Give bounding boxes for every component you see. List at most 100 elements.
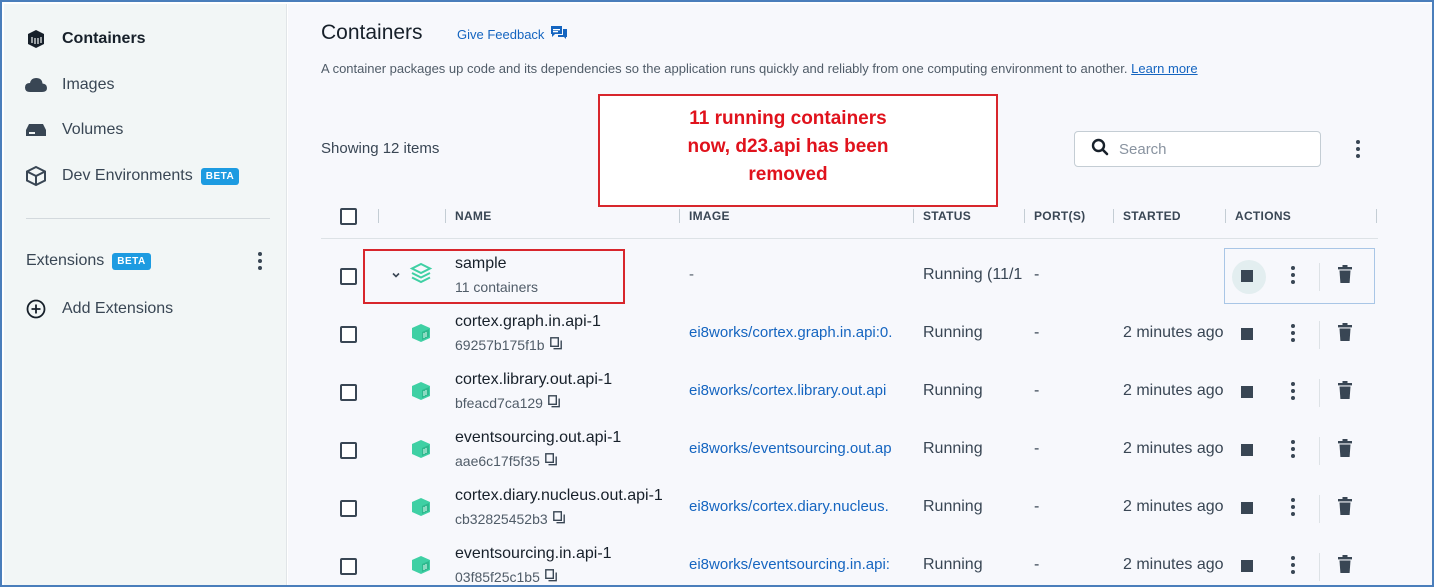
trash-icon[interactable] bbox=[1337, 323, 1353, 347]
column-separator bbox=[1113, 209, 1114, 223]
table-header: NAME IMAGE STATUS PORT(S) STARTED ACTION… bbox=[321, 199, 1378, 239]
group-row[interactable]: sample 11 containers - Running (11/1 - bbox=[321, 249, 1378, 307]
more-actions-icon[interactable] bbox=[1283, 495, 1303, 519]
give-feedback-link[interactable]: Give Feedback bbox=[457, 25, 568, 43]
sidebar-item-containers[interactable]: Containers bbox=[24, 24, 146, 54]
more-actions-icon[interactable] bbox=[1283, 437, 1303, 461]
container-port: - bbox=[1034, 382, 1040, 399]
more-actions-icon[interactable] bbox=[1283, 379, 1303, 403]
sidebar: Containers Images Volumes Dev Environmen… bbox=[4, 4, 287, 585]
add-extensions-button[interactable]: Add Extensions bbox=[24, 294, 173, 324]
container-name[interactable]: eventsourcing.in.api-1 bbox=[455, 545, 612, 563]
container-id: 69257b175f1b bbox=[455, 337, 562, 353]
container-status: Running bbox=[923, 382, 983, 399]
table-options-icon[interactable] bbox=[1348, 137, 1368, 161]
container-image-link[interactable]: ei8works/cortex.diary.nucleus. bbox=[689, 498, 921, 515]
beta-badge: BETA bbox=[200, 167, 240, 185]
copy-icon[interactable] bbox=[544, 569, 557, 585]
more-actions-icon[interactable] bbox=[1283, 263, 1303, 287]
annotation-box: 11 running containers now, d23.api has b… bbox=[598, 94, 998, 207]
container-port: - bbox=[1034, 324, 1040, 341]
sidebar-item-dev-environments[interactable]: Dev Environments BETA bbox=[24, 161, 240, 191]
container-name[interactable]: cortex.graph.in.api-1 bbox=[455, 313, 601, 331]
table-row[interactable]: cortex.library.out.api-1 bfeacd7ca129 ei8w… bbox=[321, 365, 1378, 423]
sidebar-item-label: Containers bbox=[62, 30, 146, 47]
container-id: aae6c17f5f35 bbox=[455, 453, 557, 469]
stop-icon[interactable] bbox=[1241, 270, 1253, 282]
row-checkbox[interactable] bbox=[340, 326, 357, 343]
container-icon bbox=[409, 437, 433, 466]
trash-icon[interactable] bbox=[1337, 265, 1353, 289]
column-header-image[interactable]: IMAGE bbox=[689, 209, 730, 223]
container-icon bbox=[24, 27, 48, 51]
table-row[interactable]: cortex.graph.in.api-1 69257b175f1b ei8work… bbox=[321, 307, 1378, 365]
stop-icon[interactable] bbox=[1241, 386, 1253, 398]
row-checkbox[interactable] bbox=[340, 384, 357, 401]
table-row[interactable]: eventsourcing.in.api-1 03f85f25c1b5 ei8wor… bbox=[321, 539, 1378, 585]
container-started: 2 minutes ago bbox=[1123, 498, 1224, 515]
column-header-status[interactable]: STATUS bbox=[923, 209, 971, 223]
more-actions-icon[interactable] bbox=[1283, 553, 1303, 577]
container-started: 2 minutes ago bbox=[1123, 324, 1224, 341]
extensions-more-icon[interactable] bbox=[250, 249, 270, 273]
row-checkbox[interactable] bbox=[340, 268, 357, 285]
select-all-checkbox[interactable] bbox=[340, 208, 357, 225]
container-image-link[interactable]: ei8works/eventsourcing.in.api: bbox=[689, 556, 921, 573]
trash-icon[interactable] bbox=[1337, 381, 1353, 405]
cloud-icon bbox=[24, 73, 48, 97]
stop-icon[interactable] bbox=[1241, 444, 1253, 456]
annotation-line: 11 running containers bbox=[689, 108, 887, 129]
container-status: Running bbox=[923, 498, 983, 515]
group-image: - bbox=[689, 266, 694, 283]
search-input[interactable] bbox=[1119, 140, 1309, 158]
table-row[interactable]: eventsourcing.out.api-1 aae6c17f5f35 ei8wo… bbox=[321, 423, 1378, 481]
plus-circle-icon bbox=[24, 297, 48, 321]
search-box[interactable] bbox=[1074, 131, 1321, 167]
chevron-down-icon[interactable] bbox=[391, 267, 401, 285]
copy-icon[interactable] bbox=[552, 511, 565, 527]
stop-icon[interactable] bbox=[1241, 328, 1253, 340]
column-header-ports[interactable]: PORT(S) bbox=[1034, 209, 1085, 223]
copy-icon[interactable] bbox=[549, 337, 562, 353]
column-separator bbox=[1376, 209, 1377, 223]
container-id-text: aae6c17f5f35 bbox=[455, 453, 540, 469]
more-actions-icon[interactable] bbox=[1283, 321, 1303, 345]
sidebar-item-volumes[interactable]: Volumes bbox=[24, 115, 123, 145]
table-row[interactable]: cortex.diary.nucleus.out.api-1 cb32825452… bbox=[321, 481, 1378, 539]
row-checkbox[interactable] bbox=[340, 442, 357, 459]
stop-icon[interactable] bbox=[1241, 502, 1253, 514]
action-divider bbox=[1319, 321, 1320, 349]
trash-icon[interactable] bbox=[1337, 497, 1353, 521]
column-header-name[interactable]: NAME bbox=[455, 209, 492, 223]
group-count-text: 11 containers bbox=[455, 279, 539, 295]
container-icon bbox=[409, 495, 433, 524]
sidebar-item-images[interactable]: Images bbox=[24, 70, 114, 100]
container-image-link[interactable]: ei8works/cortex.graph.in.api:0. bbox=[689, 324, 921, 341]
trash-icon[interactable] bbox=[1337, 555, 1353, 579]
column-separator bbox=[1225, 209, 1226, 223]
container-icon bbox=[409, 321, 433, 350]
copy-icon[interactable] bbox=[548, 395, 560, 411]
container-icon bbox=[409, 553, 433, 582]
container-started: 2 minutes ago bbox=[1123, 556, 1224, 573]
column-header-started[interactable]: STARTED bbox=[1123, 209, 1181, 223]
copy-icon[interactable] bbox=[544, 453, 557, 469]
container-name[interactable]: cortex.diary.nucleus.out.api-1 bbox=[455, 487, 663, 505]
row-checkbox[interactable] bbox=[340, 558, 357, 575]
volume-drive-icon bbox=[24, 118, 48, 142]
container-id-text: 69257b175f1b bbox=[455, 337, 545, 353]
container-id: bfeacd7ca129 bbox=[455, 395, 560, 411]
container-image-link[interactable]: ei8works/cortex.library.out.api bbox=[689, 382, 921, 399]
action-divider bbox=[1319, 553, 1320, 581]
column-header-actions: ACTIONS bbox=[1235, 209, 1292, 223]
sidebar-item-label: Images bbox=[62, 76, 115, 93]
trash-icon[interactable] bbox=[1337, 439, 1353, 463]
learn-more-link[interactable]: Learn more bbox=[1131, 61, 1197, 76]
row-checkbox[interactable] bbox=[340, 500, 357, 517]
container-name[interactable]: eventsourcing.out.api-1 bbox=[455, 429, 621, 447]
container-icon bbox=[409, 379, 433, 408]
stop-icon[interactable] bbox=[1241, 560, 1253, 572]
container-name[interactable]: cortex.library.out.api-1 bbox=[455, 371, 612, 389]
group-name[interactable]: sample bbox=[455, 255, 507, 273]
container-image-link[interactable]: ei8works/eventsourcing.out.ap bbox=[689, 440, 921, 457]
